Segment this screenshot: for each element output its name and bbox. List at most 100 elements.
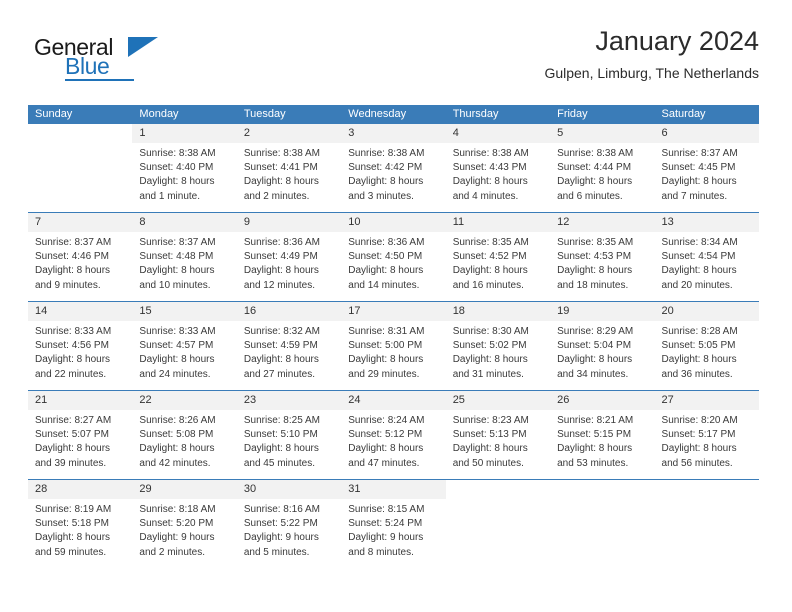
day-details: Sunrise: 8:31 AM Sunset: 5:00 PM Daylight:… bbox=[341, 321, 445, 382]
day-number-band: 9 bbox=[236, 213, 342, 232]
calendar-day-cell[interactable]: 28 Sunrise: 8:19 AM Sunset: 5:18 PM Dayligh… bbox=[28, 480, 133, 568]
sunset-text: Sunset: 4:44 PM bbox=[557, 162, 632, 174]
daylight-text: Daylight: 8 hours bbox=[557, 176, 633, 188]
daylight-text-cont: and 16 minutes. bbox=[452, 279, 524, 291]
daylight-text-cont: and 22 minutes. bbox=[35, 368, 107, 380]
calendar-day-cell[interactable]: 7 Sunrise: 8:37 AM Sunset: 4:46 PM Daylight… bbox=[28, 213, 133, 301]
calendar-day-cell[interactable]: 2 Sunrise: 8:38 AM Sunset: 4:41 PM Daylight… bbox=[236, 124, 342, 212]
calendar-weeks: 1 Sunrise: 8:38 AM Sunset: 4:40 PM Daylight… bbox=[28, 124, 759, 568]
calendar-day-cell[interactable]: 25 Sunrise: 8:23 AM Sunset: 5:13 PM Dayligh… bbox=[445, 391, 551, 479]
day-number-band: 11 bbox=[445, 213, 551, 232]
sunrise-text: Sunrise: 8:36 AM bbox=[243, 237, 320, 248]
calendar-day-cell[interactable]: 27 Sunrise: 8:20 AM Sunset: 5:17 PM Dayligh… bbox=[654, 391, 759, 479]
weekday-header-saturday: Saturday bbox=[661, 108, 706, 120]
calendar-day-cell[interactable]: 8 Sunrise: 8:37 AM Sunset: 4:48 PM Daylight… bbox=[132, 213, 237, 301]
calendar-day-cell[interactable]: 29 Sunrise: 8:18 AM Sunset: 5:20 PM Dayligh… bbox=[132, 480, 237, 568]
calendar-day-cell[interactable]: 19 Sunrise: 8:29 AM Sunset: 5:04 PM Dayligh… bbox=[550, 302, 655, 390]
calendar-day-cell[interactable]: 1 Sunrise: 8:38 AM Sunset: 4:40 PM Daylight… bbox=[132, 124, 237, 212]
sunset-text: Sunset: 5:17 PM bbox=[661, 429, 736, 441]
calendar-day-cell[interactable]: 23 Sunrise: 8:25 AM Sunset: 5:10 PM Dayligh… bbox=[236, 391, 342, 479]
daylight-text-cont: and 59 minutes. bbox=[35, 546, 107, 558]
day-number-band bbox=[28, 124, 132, 143]
calendar-day-cell[interactable]: 26 Sunrise: 8:21 AM Sunset: 5:15 PM Dayligh… bbox=[550, 391, 655, 479]
daylight-text: Daylight: 8 hours bbox=[661, 354, 737, 366]
sunset-text: Sunset: 4:52 PM bbox=[452, 251, 527, 263]
calendar-day-cell[interactable]: 16 Sunrise: 8:32 AM Sunset: 4:59 PM Dayligh… bbox=[236, 302, 342, 390]
calendar-day-cell[interactable]: 10 Sunrise: 8:36 AM Sunset: 4:50 PM Dayligh… bbox=[341, 213, 446, 301]
calendar-day-cell[interactable]: 11 Sunrise: 8:35 AM Sunset: 4:52 PM Dayligh… bbox=[445, 213, 551, 301]
day-number: 29 bbox=[139, 483, 152, 495]
weekday-header-monday: Monday bbox=[139, 108, 179, 120]
calendar-day-cell[interactable]: 21 Sunrise: 8:27 AM Sunset: 5:07 PM Dayligh… bbox=[28, 391, 133, 479]
calendar-day-cell[interactable]: 22 Sunrise: 8:26 AM Sunset: 5:08 PM Dayligh… bbox=[132, 391, 237, 479]
calendar-day-cell[interactable]: 9 Sunrise: 8:36 AM Sunset: 4:49 PM Daylight… bbox=[236, 213, 342, 301]
sunset-text: Sunset: 5:13 PM bbox=[452, 429, 527, 441]
calendar-day-cell[interactable]: 14 Sunrise: 8:33 AM Sunset: 4:56 PM Dayligh… bbox=[28, 302, 133, 390]
day-number-band: 1 bbox=[132, 124, 237, 143]
day-number: 1 bbox=[139, 127, 146, 139]
daylight-text: Daylight: 8 hours bbox=[557, 443, 633, 455]
calendar-day-cell[interactable]: 4 Sunrise: 8:38 AM Sunset: 4:43 PM Daylight… bbox=[445, 124, 551, 212]
page-subtitle: Gulpen, Limburg, The Netherlands bbox=[544, 65, 759, 81]
daylight-text: Daylight: 8 hours bbox=[348, 265, 424, 277]
sunset-text: Sunset: 5:05 PM bbox=[661, 340, 736, 352]
sunset-text: Sunset: 5:08 PM bbox=[139, 429, 214, 441]
sunset-text: Sunset: 5:10 PM bbox=[243, 429, 318, 441]
day-number: 27 bbox=[661, 394, 674, 406]
daylight-text-cont: and 7 minutes. bbox=[661, 190, 728, 202]
weekday-header-friday: Friday bbox=[557, 108, 588, 120]
sunset-text: Sunset: 5:04 PM bbox=[557, 340, 632, 352]
sunset-text: Sunset: 4:46 PM bbox=[35, 251, 109, 263]
sunrise-text: Sunrise: 8:24 AM bbox=[348, 415, 425, 426]
calendar-day-cell[interactable]: 6 Sunrise: 8:37 AM Sunset: 4:45 PM Daylight… bbox=[654, 124, 759, 212]
day-details: Sunrise: 8:23 AM Sunset: 5:13 PM Daylight:… bbox=[446, 410, 550, 471]
daylight-text: Daylight: 8 hours bbox=[348, 176, 424, 188]
calendar-day-cell[interactable]: 13 Sunrise: 8:34 AM Sunset: 4:54 PM Dayligh… bbox=[654, 213, 759, 301]
sunrise-text: Sunrise: 8:25 AM bbox=[243, 415, 320, 426]
sunrise-text: Sunrise: 8:38 AM bbox=[139, 148, 216, 159]
day-details: Sunrise: 8:38 AM Sunset: 4:44 PM Daylight:… bbox=[550, 143, 654, 204]
calendar-day-cell[interactable]: 24 Sunrise: 8:24 AM Sunset: 5:12 PM Dayligh… bbox=[341, 391, 446, 479]
daylight-text-cont: and 9 minutes. bbox=[35, 279, 101, 291]
day-number: 16 bbox=[243, 305, 257, 317]
daylight-text: Daylight: 8 hours bbox=[243, 354, 319, 366]
sunset-text: Sunset: 5:18 PM bbox=[35, 518, 109, 530]
sunrise-text: Sunrise: 8:16 AM bbox=[243, 504, 320, 515]
calendar-day-cell[interactable]: 18 Sunrise: 8:30 AM Sunset: 5:02 PM Dayligh… bbox=[445, 302, 551, 390]
calendar-day-cell[interactable]: 12 Sunrise: 8:35 AM Sunset: 4:53 PM Dayligh… bbox=[550, 213, 655, 301]
calendar-day-cell[interactable]: 30 Sunrise: 8:16 AM Sunset: 5:22 PM Dayligh… bbox=[236, 480, 342, 568]
sunset-text: Sunset: 4:56 PM bbox=[35, 340, 109, 352]
general-blue-logo[interactable]: General Blue bbox=[34, 34, 174, 86]
brand-underline bbox=[65, 79, 134, 81]
day-number: 10 bbox=[348, 216, 361, 228]
calendar-day-cell[interactable]: 20 Sunrise: 8:28 AM Sunset: 5:05 PM Dayligh… bbox=[654, 302, 759, 390]
day-details bbox=[655, 499, 759, 503]
calendar-day-cell[interactable]: 5 Sunrise: 8:38 AM Sunset: 4:44 PM Daylight… bbox=[550, 124, 655, 212]
weekday-header-wednesday: Wednesday bbox=[348, 108, 407, 120]
day-details: Sunrise: 8:37 AM Sunset: 4:46 PM Daylight:… bbox=[28, 232, 132, 293]
sunrise-text: Sunrise: 8:29 AM bbox=[557, 326, 634, 337]
day-number-band: 20 bbox=[654, 302, 759, 321]
sunrise-text: Sunrise: 8:20 AM bbox=[661, 415, 738, 426]
day-details bbox=[446, 499, 550, 503]
day-number-band: 29 bbox=[132, 480, 237, 499]
sunrise-text: Sunrise: 8:38 AM bbox=[557, 148, 634, 159]
page-header: General Blue January 2024 Gulpen, Limbur… bbox=[28, 24, 759, 96]
daylight-text: Daylight: 9 hours bbox=[348, 532, 424, 544]
day-number-band: 16 bbox=[236, 302, 342, 321]
day-number: 6 bbox=[661, 127, 668, 139]
calendar-day-cell[interactable]: 15 Sunrise: 8:33 AM Sunset: 4:57 PM Dayligh… bbox=[132, 302, 237, 390]
day-number-band: 2 bbox=[236, 124, 342, 143]
calendar-day-cell[interactable]: 31 Sunrise: 8:15 AM Sunset: 5:24 PM Dayligh… bbox=[341, 480, 446, 568]
day-details bbox=[550, 499, 654, 503]
day-number: 20 bbox=[661, 305, 674, 317]
calendar-day-cell[interactable]: 17 Sunrise: 8:31 AM Sunset: 5:00 PM Dayligh… bbox=[341, 302, 446, 390]
title-block: January 2024 Gulpen, Limburg, The Nether… bbox=[544, 24, 759, 84]
calendar-day-cell[interactable]: 3 Sunrise: 8:38 AM Sunset: 4:42 PM Daylight… bbox=[341, 124, 446, 212]
day-number-band: 17 bbox=[341, 302, 446, 321]
day-number: 21 bbox=[35, 394, 48, 406]
day-number-band: 3 bbox=[341, 124, 446, 143]
sunset-text: Sunset: 5:15 PM bbox=[557, 429, 632, 441]
sunrise-text: Sunrise: 8:15 AM bbox=[348, 504, 425, 515]
sunrise-text: Sunrise: 8:37 AM bbox=[661, 148, 738, 159]
